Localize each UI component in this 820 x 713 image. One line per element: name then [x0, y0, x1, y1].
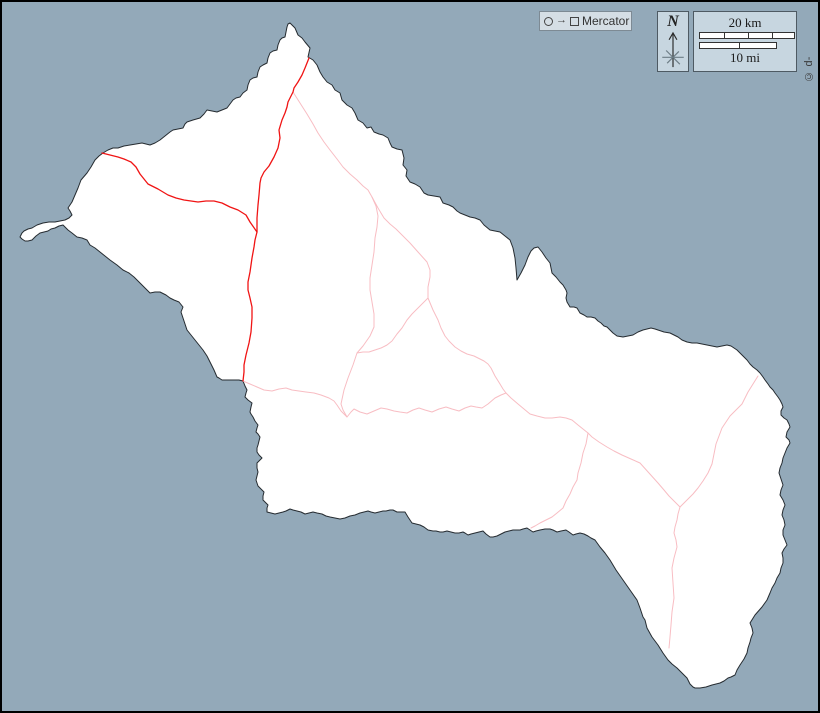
- copyright-text: © d-maps.com: [801, 10, 817, 82]
- north-label: N: [667, 14, 679, 30]
- scale-bar-km: [699, 32, 795, 39]
- map-canvas: [2, 2, 818, 711]
- globe-circle-icon: [544, 17, 553, 26]
- map-page: → Mercator N 20 km 10 mi © d-maps.com: [0, 0, 820, 713]
- projection-legend: → Mercator: [539, 11, 632, 31]
- scale-panel: 20 km 10 mi: [693, 11, 797, 72]
- arrow-right-icon: →: [556, 15, 567, 26]
- scale-mi-label: 10 mi: [694, 51, 796, 64]
- compass-panel: N: [657, 11, 689, 72]
- projected-square-icon: [570, 17, 579, 26]
- north-arrow-icon: [658, 30, 688, 71]
- scale-bar-mi: [699, 42, 777, 49]
- projection-label: Mercator: [582, 15, 629, 27]
- scale-km-label: 20 km: [694, 16, 796, 29]
